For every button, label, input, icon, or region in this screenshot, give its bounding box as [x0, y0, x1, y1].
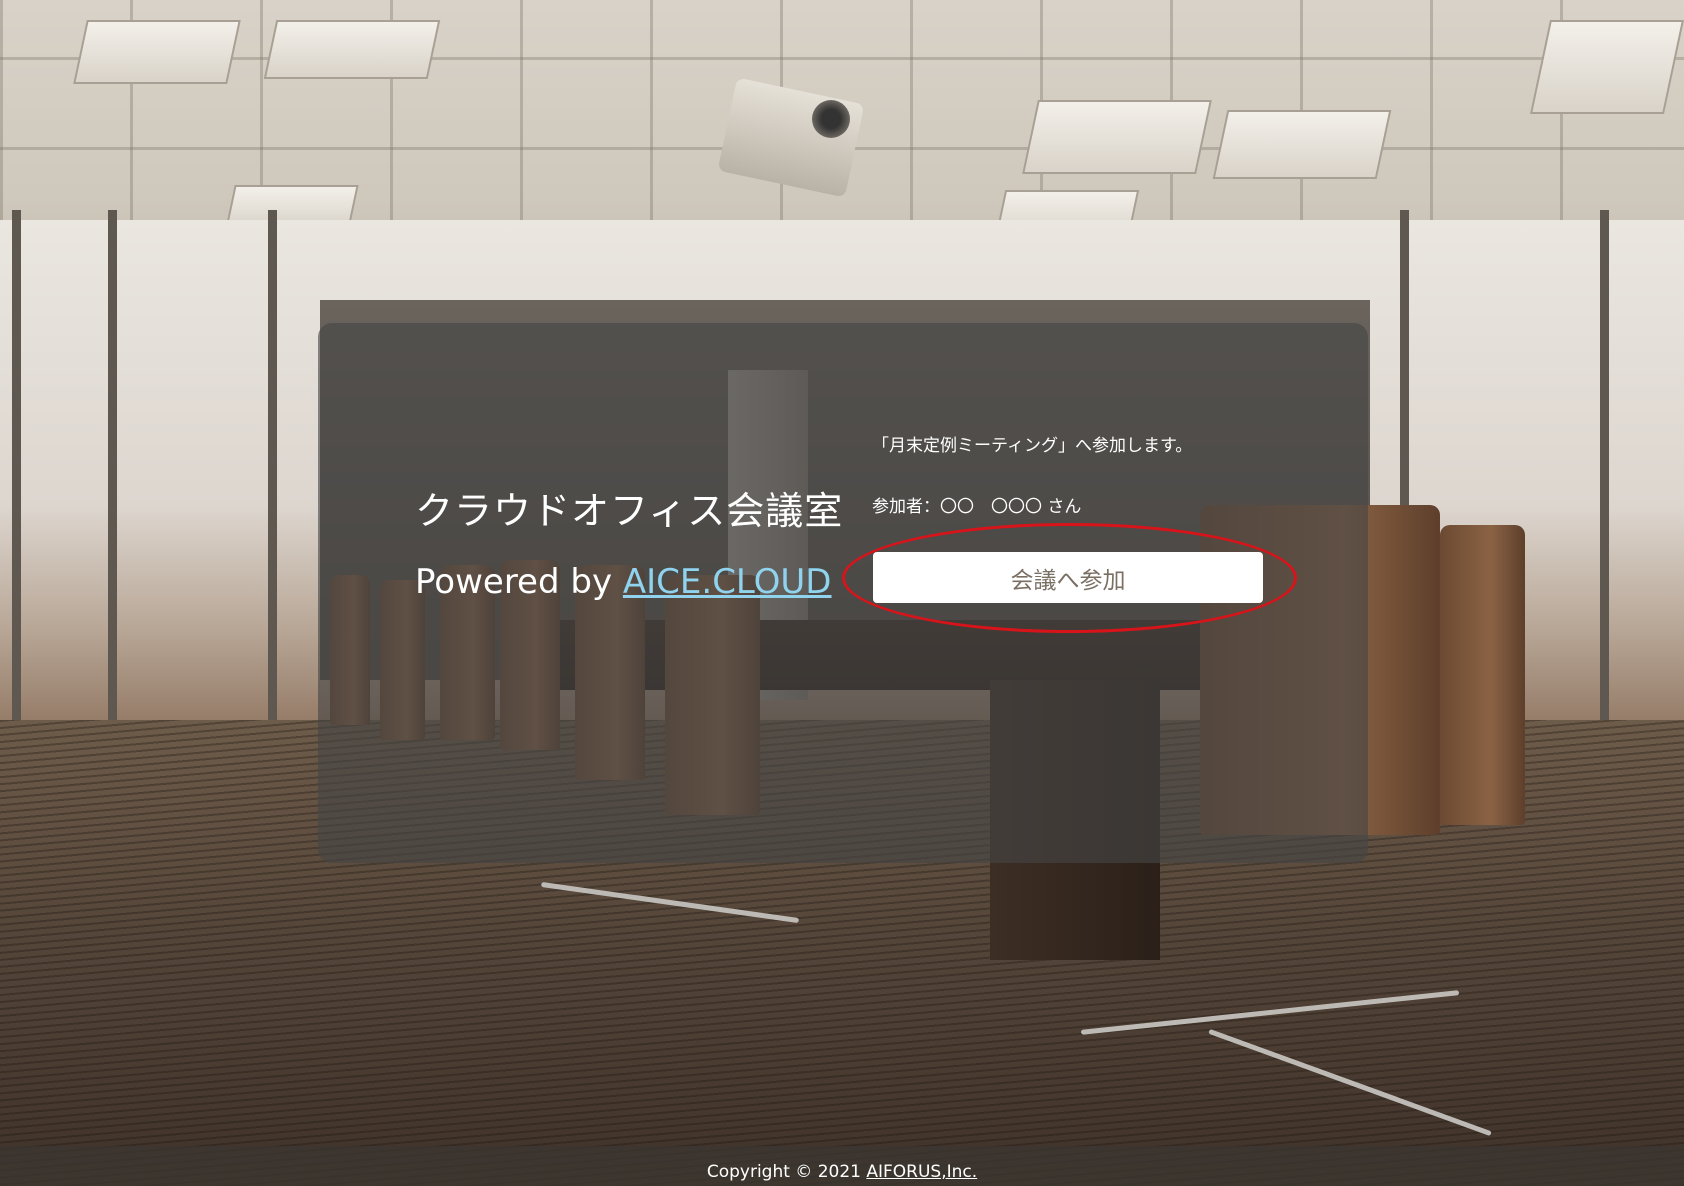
window-mullion: [268, 210, 277, 750]
powered-by-label: Powered by: [415, 562, 623, 602]
window-mullion: [1600, 210, 1609, 750]
participant-name: 参加者：〇〇 〇〇〇 さん: [872, 497, 1082, 517]
projector-lens: [812, 100, 850, 138]
ceiling-light: [73, 20, 241, 84]
window-mullion: [12, 210, 21, 750]
window-mullion: [108, 210, 117, 750]
ceiling-light: [1530, 20, 1684, 114]
brand-title: クラウドオフィス会議室: [415, 489, 844, 533]
copyright: Copyright © 2021 AIFORUS,Inc.: [0, 1162, 1684, 1182]
ceiling-light: [1212, 110, 1392, 179]
company-link[interactable]: AIFORUS,Inc.: [866, 1162, 977, 1182]
chair: [1440, 525, 1525, 825]
ceiling-light: [1022, 100, 1212, 174]
aice-cloud-link[interactable]: AICE.CLOUD: [623, 562, 832, 602]
ceiling-light: [263, 20, 441, 79]
meeting-join-message: 「月末定例ミーティング」へ参加します。: [872, 436, 1193, 456]
highlight-annotation-ellipse: [842, 523, 1297, 633]
copyright-label: Copyright © 2021: [706, 1162, 867, 1182]
powered-by: Powered by AICE.CLOUD: [415, 562, 832, 602]
